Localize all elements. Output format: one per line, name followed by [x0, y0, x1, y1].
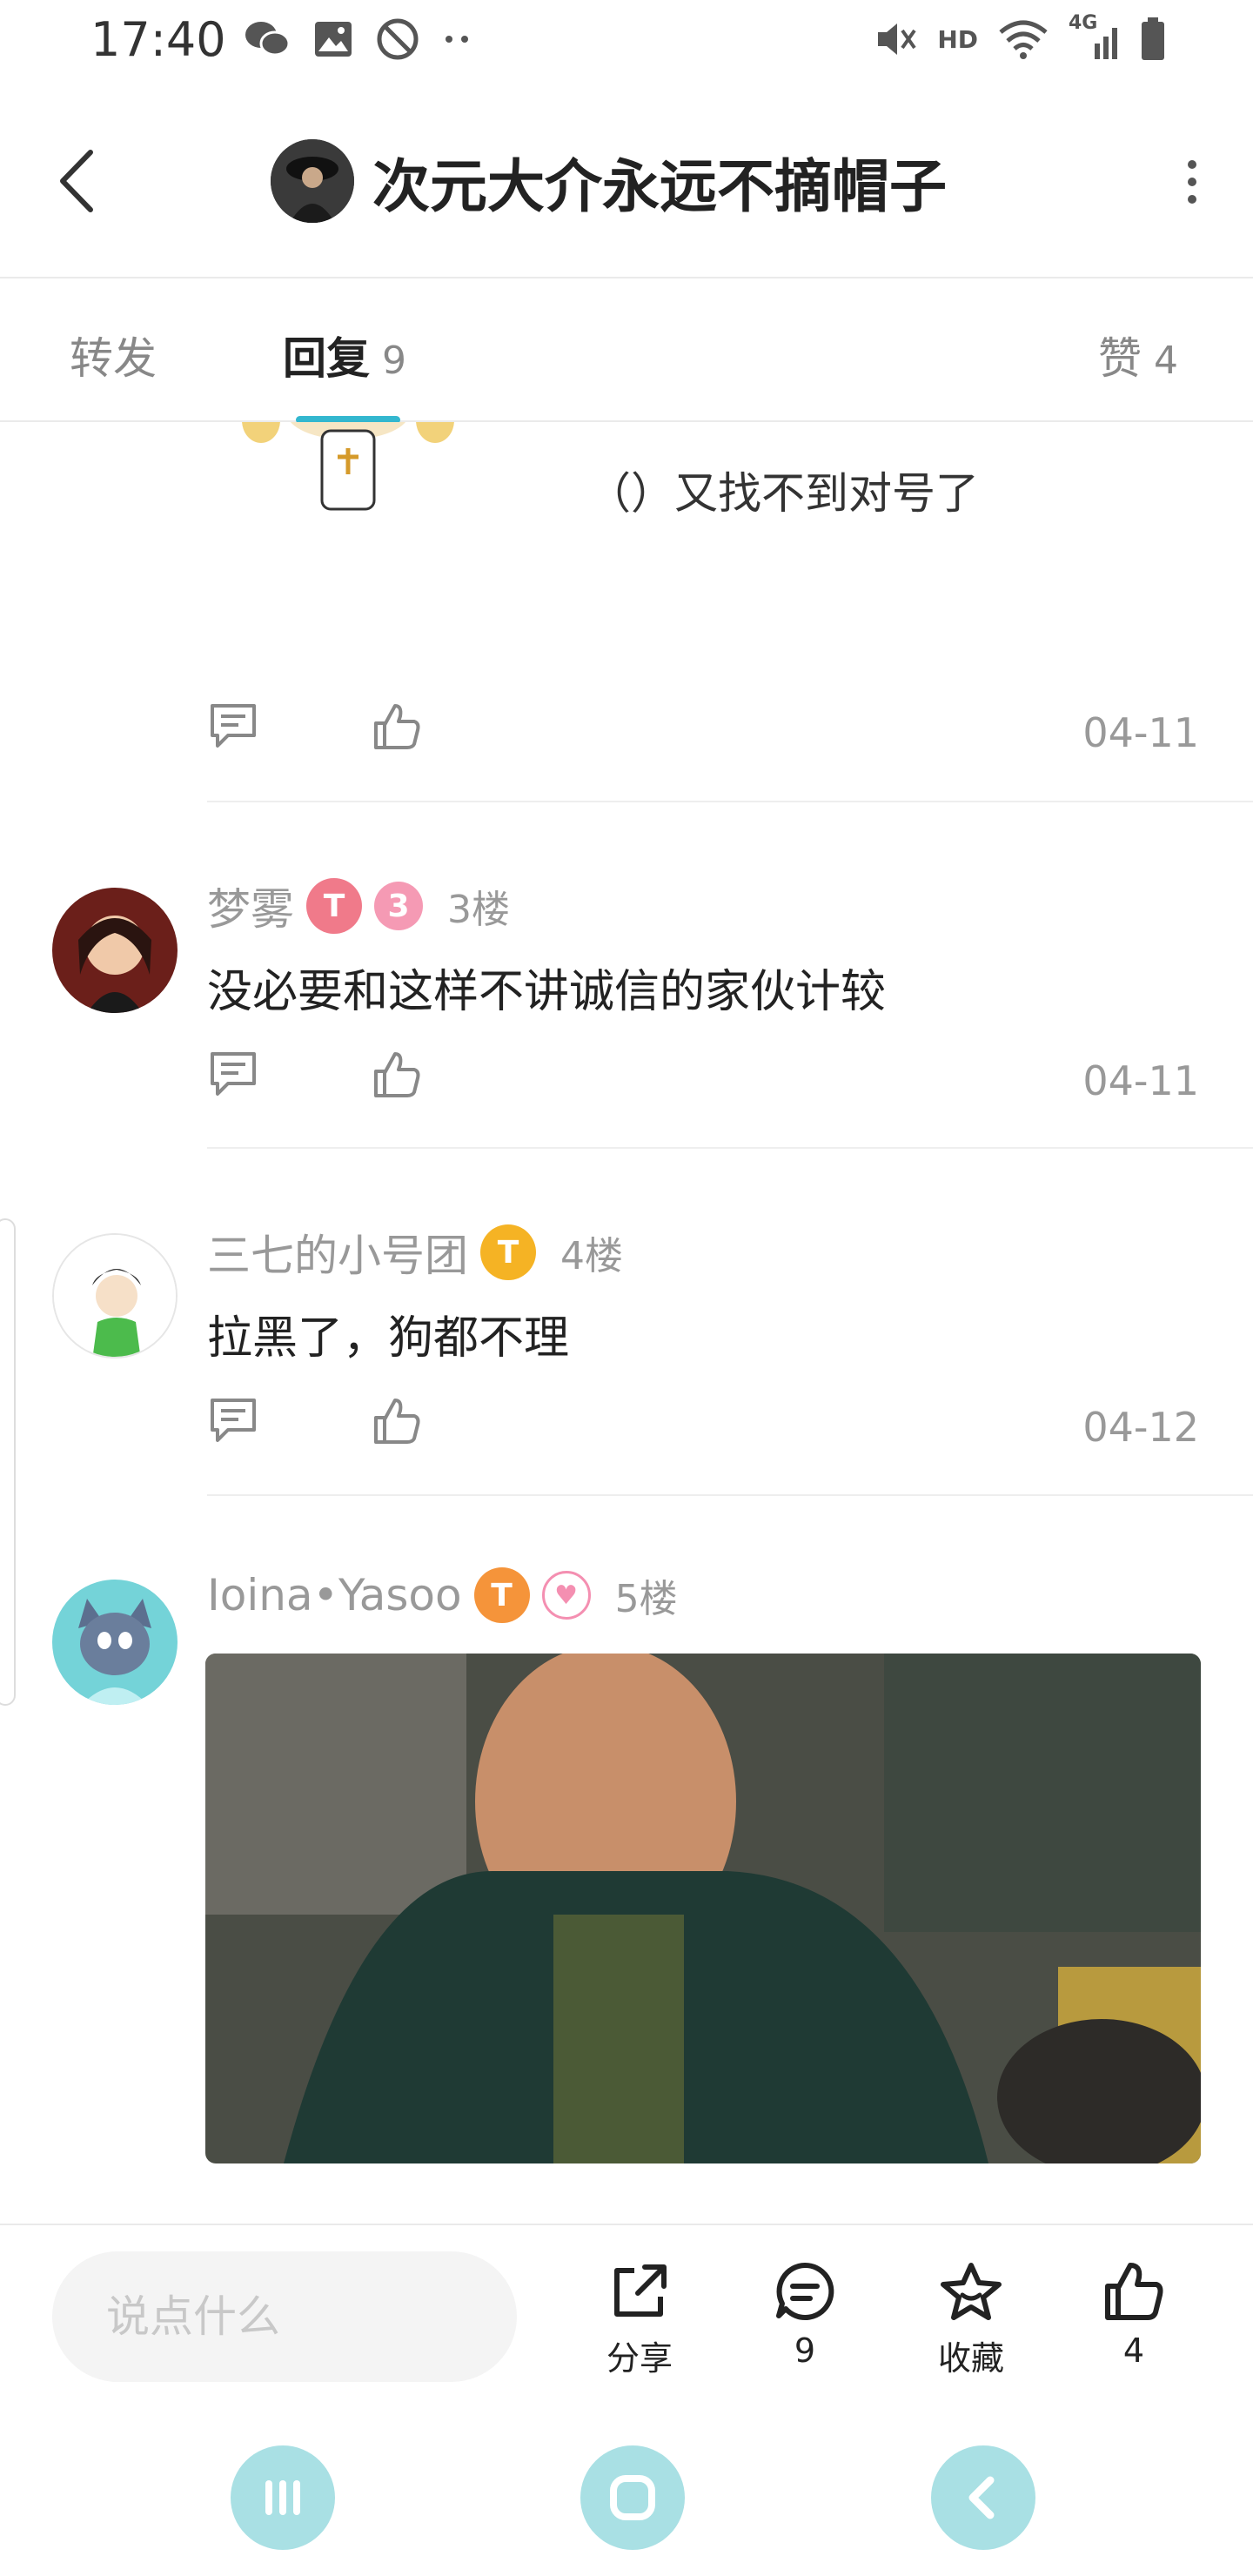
- battery-icon: [1142, 17, 1164, 60]
- reply-actions: 04-11: [207, 701, 1199, 770]
- comment-date: 04-11: [1082, 1057, 1199, 1104]
- back-arrow-icon[interactable]: [52, 145, 101, 217]
- divider: [207, 801, 1253, 802]
- share-button[interactable]: 分享: [579, 2260, 700, 2379]
- sticker-image: [242, 422, 454, 511]
- system-back-button[interactable]: [931, 2445, 1035, 2550]
- side-drawer-handle[interactable]: [0, 1218, 16, 1706]
- reply-list: （）又找不到对号了 04-11 梦雾 T 3 3楼 没必要和这样不讲诚信的家伙计…: [0, 422, 1253, 2224]
- divider: [207, 1494, 1253, 1496]
- fan-badge-icon: ♥: [541, 1571, 591, 1620]
- thumbs-up-icon: [1105, 2263, 1163, 2320]
- divider: [207, 1147, 1253, 1149]
- share-icon: [614, 2264, 667, 2317]
- blocked-icon: [377, 18, 419, 60]
- status-bar: 17:40 HD 4G: [0, 0, 1253, 83]
- bottom-action-bar: 分享 9 收藏 4: [0, 2224, 1253, 2411]
- comment-input[interactable]: [52, 2251, 517, 2382]
- avatar[interactable]: [52, 1580, 178, 1705]
- comment-actions: 04-12: [207, 1395, 1199, 1465]
- comment-date: 04-12: [1082, 1404, 1199, 1451]
- recent-apps-button[interactable]: [231, 2445, 335, 2550]
- star-icon: [941, 2263, 1002, 2320]
- recent-apps-icon: [265, 2480, 300, 2515]
- comment-actions: 04-11: [207, 1049, 1199, 1118]
- home-button[interactable]: [580, 2445, 685, 2550]
- reply-text: （）又找不到对号了: [587, 468, 979, 519]
- reply-date: 04-11: [1082, 709, 1199, 756]
- more-notifications-icon: [446, 36, 468, 43]
- comment-input-container: [52, 2251, 517, 2382]
- like-icon[interactable]: [371, 701, 423, 753]
- level-badge-icon: T: [480, 1224, 536, 1280]
- floor-label: 3楼: [447, 888, 510, 932]
- more-options-icon[interactable]: [1183, 159, 1201, 205]
- page-title: 次元大介永远不摘帽子: [372, 153, 947, 220]
- comment-icon[interactable]: [207, 1395, 259, 1446]
- like-icon[interactable]: [371, 1049, 423, 1101]
- username[interactable]: 三七的小号团: [207, 1221, 468, 1284]
- tab-repost[interactable]: 转发: [70, 324, 157, 386]
- back-icon: [968, 2476, 995, 2519]
- tab-bar: 转发 回复 9 赞 4: [0, 278, 1253, 424]
- level-badge-icon: T: [306, 878, 362, 934]
- tab-replies[interactable]: 回复 9: [283, 324, 406, 386]
- username[interactable]: Ioina•Yasoo: [207, 1570, 462, 1620]
- username[interactable]: 梦雾: [207, 875, 294, 937]
- avatar[interactable]: [52, 888, 178, 1013]
- gallery-icon: [315, 22, 352, 57]
- wechat-icon: [245, 22, 291, 57]
- cellular-signal-icon: 4G: [1069, 12, 1121, 61]
- comments-button[interactable]: 9: [744, 2260, 866, 2370]
- floor-label: 4楼: [560, 1234, 623, 1278]
- tab-likes[interactable]: 赞 4: [1098, 324, 1178, 386]
- mute-icon: [878, 23, 916, 55]
- floor-label: 5楼: [614, 1577, 678, 1621]
- like-icon[interactable]: [371, 1395, 423, 1447]
- comment-image[interactable]: [205, 1654, 1201, 2163]
- wifi-icon: [999, 20, 1048, 59]
- like-button[interactable]: 4: [1073, 2260, 1195, 2370]
- avatar[interactable]: [271, 139, 354, 223]
- favorite-button[interactable]: 收藏: [910, 2260, 1032, 2379]
- hd-label: HD: [937, 24, 978, 54]
- fan-badge-icon: 3: [374, 882, 423, 930]
- level-badge-icon: T: [473, 1567, 530, 1623]
- home-icon: [610, 2475, 655, 2520]
- comment-icon[interactable]: [207, 1049, 259, 1099]
- system-nav-bar: [0, 2412, 1253, 2576]
- comment-text: 没必要和这样不讲诚信的家伙计较: [207, 966, 887, 1018]
- comment-icon[interactable]: [207, 701, 259, 751]
- header: 次元大介永远不摘帽子: [0, 83, 1253, 278]
- comment-text: 拉黑了，狗都不理: [207, 1312, 570, 1365]
- avatar[interactable]: [52, 1233, 178, 1358]
- comment-bubble-icon: [776, 2262, 834, 2320]
- status-time: 17:40: [90, 12, 226, 67]
